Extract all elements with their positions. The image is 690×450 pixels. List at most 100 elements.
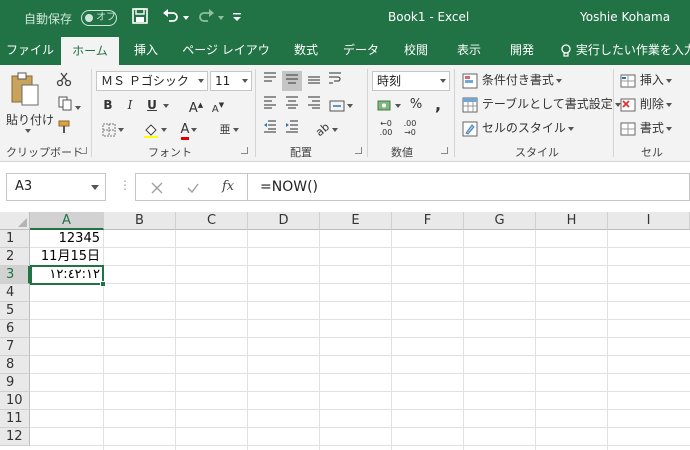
format-painter-icon[interactable] xyxy=(54,119,74,139)
tab-insert[interactable]: 挿入 xyxy=(124,36,168,65)
active-cell-selection xyxy=(30,265,106,287)
formula-input[interactable]: =NOW() xyxy=(247,173,690,201)
column-header-b[interactable]: B xyxy=(104,212,176,230)
format-cells-button[interactable]: 書式 xyxy=(620,119,672,137)
cell-styles-button[interactable]: セルのスタイル xyxy=(462,119,574,137)
font-size-combo[interactable]: 11 xyxy=(210,71,252,91)
merge-center-icon[interactable] xyxy=(326,95,356,115)
redo-icon[interactable] xyxy=(196,7,216,27)
row-header-2[interactable]: 2 xyxy=(0,248,30,266)
align-middle-icon[interactable] xyxy=(282,71,302,91)
worksheet-grid[interactable]: A B C D E F G H I 1 2 3 4 5 6 7 8 9 10 1… xyxy=(0,212,690,450)
clipboard-launcher-icon[interactable] xyxy=(80,147,87,154)
wrap-text-icon[interactable] xyxy=(326,71,346,91)
align-left-icon[interactable] xyxy=(260,95,280,115)
align-top-icon[interactable] xyxy=(260,71,280,91)
fill-handle[interactable] xyxy=(100,281,106,287)
tab-home[interactable]: ホーム xyxy=(61,37,119,65)
increase-decimal-icon[interactable]: ←0.00 xyxy=(374,119,398,139)
undo-dropdown-icon[interactable] xyxy=(181,7,191,27)
redo-dropdown-icon[interactable] xyxy=(216,7,226,27)
row-header-5[interactable]: 5 xyxy=(0,302,30,320)
tab-developer[interactable]: 開発 xyxy=(500,36,544,65)
delete-cells-button[interactable]: 削除 xyxy=(620,95,672,113)
phonetic-icon[interactable]: 亜 xyxy=(214,119,244,139)
tab-view[interactable]: 表示 xyxy=(448,36,490,65)
row-header-1[interactable]: 1 xyxy=(0,230,30,248)
undo-icon[interactable] xyxy=(161,7,181,27)
insert-function-icon[interactable]: fx xyxy=(222,179,234,194)
tab-page-layout[interactable]: ページ レイアウト xyxy=(178,36,274,86)
copy-icon[interactable] xyxy=(54,95,84,115)
number-format-combo[interactable]: 時刻 xyxy=(372,71,450,91)
cut-icon[interactable] xyxy=(54,71,74,91)
number-launcher-icon[interactable] xyxy=(441,147,448,154)
font-name-combo[interactable]: ＭＳ Ｐゴシック xyxy=(96,71,208,91)
column-header-f[interactable]: F xyxy=(392,212,464,230)
tell-me-box[interactable]: 実行したい作業を入力 xyxy=(560,36,690,65)
insert-cells-button[interactable]: 挿入 xyxy=(620,71,672,89)
save-icon[interactable] xyxy=(131,7,151,27)
select-all-button[interactable] xyxy=(0,212,30,230)
column-header-c[interactable]: C xyxy=(176,212,248,230)
row-header-9[interactable]: 9 xyxy=(0,374,30,392)
orientation-icon[interactable]: ab xyxy=(312,119,342,139)
row-header-7[interactable]: 7 xyxy=(0,338,30,356)
fill-color-icon[interactable] xyxy=(140,119,170,139)
font-launcher-icon[interactable] xyxy=(241,147,248,154)
paste-dropdown-icon[interactable] xyxy=(25,129,31,133)
paste-button[interactable]: 貼り付け xyxy=(6,71,54,133)
row-header-8[interactable]: 8 xyxy=(0,356,30,374)
bold-button[interactable]: B xyxy=(98,95,118,115)
cell-a1[interactable]: 12345 xyxy=(30,230,100,248)
row-header-12[interactable]: 12 xyxy=(0,428,30,446)
row-header-10[interactable]: 10 xyxy=(0,392,30,410)
column-header-g[interactable]: G xyxy=(464,212,536,230)
formula-bar: A3 ⋮ fx =NOW() xyxy=(0,162,690,212)
cancel-icon[interactable] xyxy=(150,181,164,195)
column-header-e[interactable]: E xyxy=(320,212,392,230)
column-header-h[interactable]: H xyxy=(536,212,608,230)
align-bottom-icon[interactable] xyxy=(304,71,324,91)
cell-a2[interactable]: 11月15日 xyxy=(30,248,100,266)
tab-data[interactable]: データ xyxy=(338,36,384,65)
borders-icon[interactable] xyxy=(98,119,128,139)
row-header-6[interactable]: 6 xyxy=(0,320,30,338)
comma-style-icon[interactable]: , xyxy=(428,95,448,115)
font-color-icon[interactable]: A xyxy=(174,119,204,140)
underline-button[interactable]: U xyxy=(142,95,162,115)
tab-review[interactable]: 校閲 xyxy=(394,36,438,65)
customize-qat-icon[interactable] xyxy=(232,7,244,27)
tab-formulas[interactable]: 数式 xyxy=(284,36,328,65)
column-header-d[interactable]: D xyxy=(248,212,320,230)
underline-dropdown-icon[interactable] xyxy=(160,95,170,115)
column-header-a[interactable]: A xyxy=(30,212,104,230)
italic-button[interactable]: I xyxy=(120,95,140,115)
group-separator xyxy=(454,69,455,157)
autosave-toggle[interactable]: オフ xyxy=(81,10,117,26)
increase-indent-icon[interactable] xyxy=(282,119,302,139)
accounting-format-icon[interactable] xyxy=(374,95,404,115)
name-box-dropdown-icon[interactable] xyxy=(91,185,99,190)
format-as-table-button[interactable]: テーブルとして書式設定 xyxy=(462,95,621,113)
tab-file[interactable]: ファイル xyxy=(0,36,60,65)
gridline xyxy=(30,265,690,266)
name-box[interactable]: A3 xyxy=(6,173,106,201)
row-header-3[interactable]: 3 xyxy=(0,266,30,284)
alignment-launcher-icon[interactable] xyxy=(355,147,362,154)
formula-bar-grip-icon[interactable]: ⋮ xyxy=(119,178,131,192)
column-header-i[interactable]: I xyxy=(608,212,690,230)
gridline xyxy=(30,391,690,392)
align-right-icon[interactable] xyxy=(304,95,324,115)
decrease-font-icon[interactable]: A▼ xyxy=(208,95,228,115)
conditional-formatting-button[interactable]: 条件付き書式 xyxy=(462,71,562,89)
row-header-4[interactable]: 4 xyxy=(0,284,30,302)
enter-check-icon[interactable] xyxy=(186,181,200,195)
decrease-indent-icon[interactable] xyxy=(260,119,280,139)
row-header-11[interactable]: 11 xyxy=(0,410,30,428)
align-center-icon[interactable] xyxy=(282,95,302,115)
increase-font-icon[interactable]: A▲ xyxy=(186,95,206,116)
decrease-decimal-icon[interactable]: .00 →0 xyxy=(398,119,422,139)
user-name[interactable]: Yoshie Kohama xyxy=(580,10,670,24)
percent-button[interactable]: % xyxy=(406,95,426,115)
